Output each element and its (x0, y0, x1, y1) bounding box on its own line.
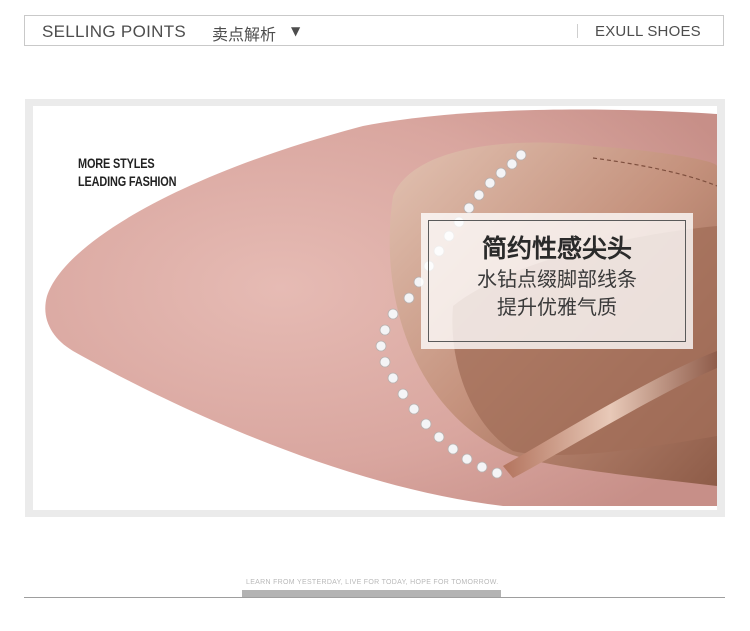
slogan-line: MORE STYLES (78, 155, 155, 171)
slogan-line: LEADING FASHION (78, 173, 177, 189)
header-divider (577, 24, 578, 38)
feature-title: 简约性感尖头 (481, 234, 632, 263)
footer-divider (24, 597, 725, 598)
section-title-en: SELLING POINTS (42, 22, 187, 41)
feature-caption: 简约性感尖头 水钻点缀脚部线条 提升优雅气质 (421, 213, 693, 349)
footer-tagline: LEARN FROM YESTERDAY, LIVE FOR TODAY, HO… (246, 579, 499, 586)
brand-name: EXULL SHOES (595, 23, 701, 40)
caret-down-icon: ▼ (291, 24, 301, 38)
selling-points-section: SELLING POINTS 卖点解析 ▼ EXULL SHOES MORE S… (0, 0, 750, 631)
slogan: MORE STYLES LEADING FASHION (78, 154, 177, 190)
feature-line: 提升优雅气质 (497, 295, 617, 319)
feature-line: 水钻点缀脚部线条 (477, 267, 637, 291)
section-title-cn: 卖点解析 (212, 25, 277, 44)
footer-bar (242, 590, 501, 597)
section-header: SELLING POINTS 卖点解析 ▼ EXULL SHOES (24, 15, 724, 46)
feature-caption-border: 简约性感尖头 水钻点缀脚部线条 提升优雅气质 (428, 220, 686, 342)
product-photo-frame: MORE STYLES LEADING FASHION 简约性感尖头 水钻点缀脚… (25, 99, 725, 517)
